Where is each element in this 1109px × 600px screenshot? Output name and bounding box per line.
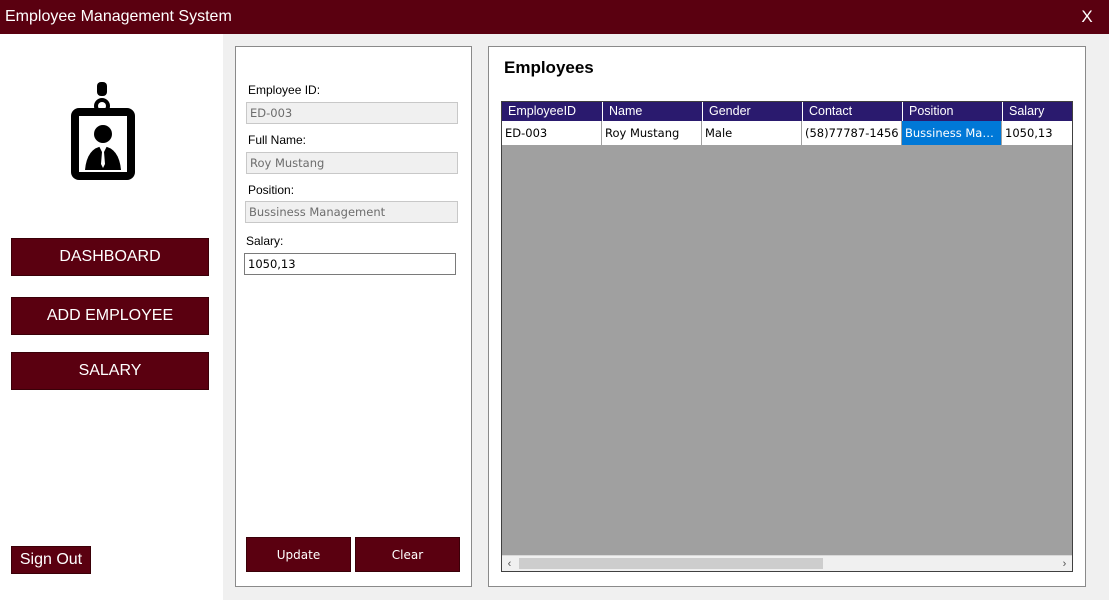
window-title: Employee Management System [5, 8, 232, 25]
salary-button[interactable]: SALARY [11, 352, 209, 390]
scroll-right-icon[interactable]: › [1057, 556, 1072, 571]
column-header-position[interactable]: Position [902, 102, 1002, 121]
employee-badge-icon [71, 82, 135, 180]
full-name-field[interactable]: Roy Mustang [246, 152, 458, 174]
employees-panel: Employees EmployeeID Name Gender Contact… [488, 46, 1086, 587]
sign-out-button[interactable]: Sign Out [11, 546, 91, 574]
close-button[interactable]: X [1065, 0, 1109, 34]
position-label: Position: [248, 183, 295, 197]
column-header-name[interactable]: Name [602, 102, 702, 121]
cell-name[interactable]: Roy Mustang [602, 121, 702, 146]
title-bar: Employee Management System X [0, 0, 1109, 34]
scrollbar-thumb[interactable] [519, 558, 823, 569]
dashboard-button[interactable]: DASHBOARD [11, 238, 209, 276]
column-header-salary[interactable]: Salary [1002, 102, 1072, 121]
cell-gender[interactable]: Male [702, 121, 802, 146]
salary-label: Salary: [246, 234, 284, 248]
cell-position-selected[interactable]: Bussiness Management [902, 121, 1002, 146]
sidebar: DASHBOARD ADD EMPLOYEE SALARY Sign Out [0, 34, 223, 600]
cell-contact[interactable]: (58)77787-1456 [802, 121, 902, 146]
employee-id-field[interactable]: ED-003 [246, 102, 458, 124]
grid-header: EmployeeID Name Gender Contact Position … [502, 102, 1072, 121]
column-header-employeeid[interactable]: EmployeeID [502, 102, 602, 121]
cell-employeeid[interactable]: ED-003 [502, 121, 602, 146]
scroll-left-icon[interactable]: ‹ [502, 556, 517, 571]
column-header-gender[interactable]: Gender [702, 102, 802, 121]
employees-grid[interactable]: EmployeeID Name Gender Contact Position … [501, 101, 1073, 572]
employees-title: Employees [504, 58, 594, 77]
add-employee-button[interactable]: ADD EMPLOYEE [11, 297, 209, 335]
horizontal-scrollbar[interactable]: ‹ › [502, 555, 1072, 571]
table-row[interactable]: ED-003 Roy Mustang Male (58)77787-1456 B… [502, 121, 1072, 146]
column-header-contact[interactable]: Contact [802, 102, 902, 121]
employee-id-label: Employee ID: [248, 83, 321, 97]
clear-button[interactable]: Clear [355, 537, 460, 572]
full-name-label: Full Name: [248, 133, 307, 147]
position-field[interactable]: Bussiness Management [245, 201, 458, 223]
employee-form-panel: Employee ID: ED-003 Full Name: Roy Musta… [235, 46, 472, 587]
update-button[interactable]: Update [246, 537, 351, 572]
salary-input[interactable]: 1050,13 [244, 253, 456, 275]
cell-salary[interactable]: 1050,13 [1002, 121, 1072, 146]
